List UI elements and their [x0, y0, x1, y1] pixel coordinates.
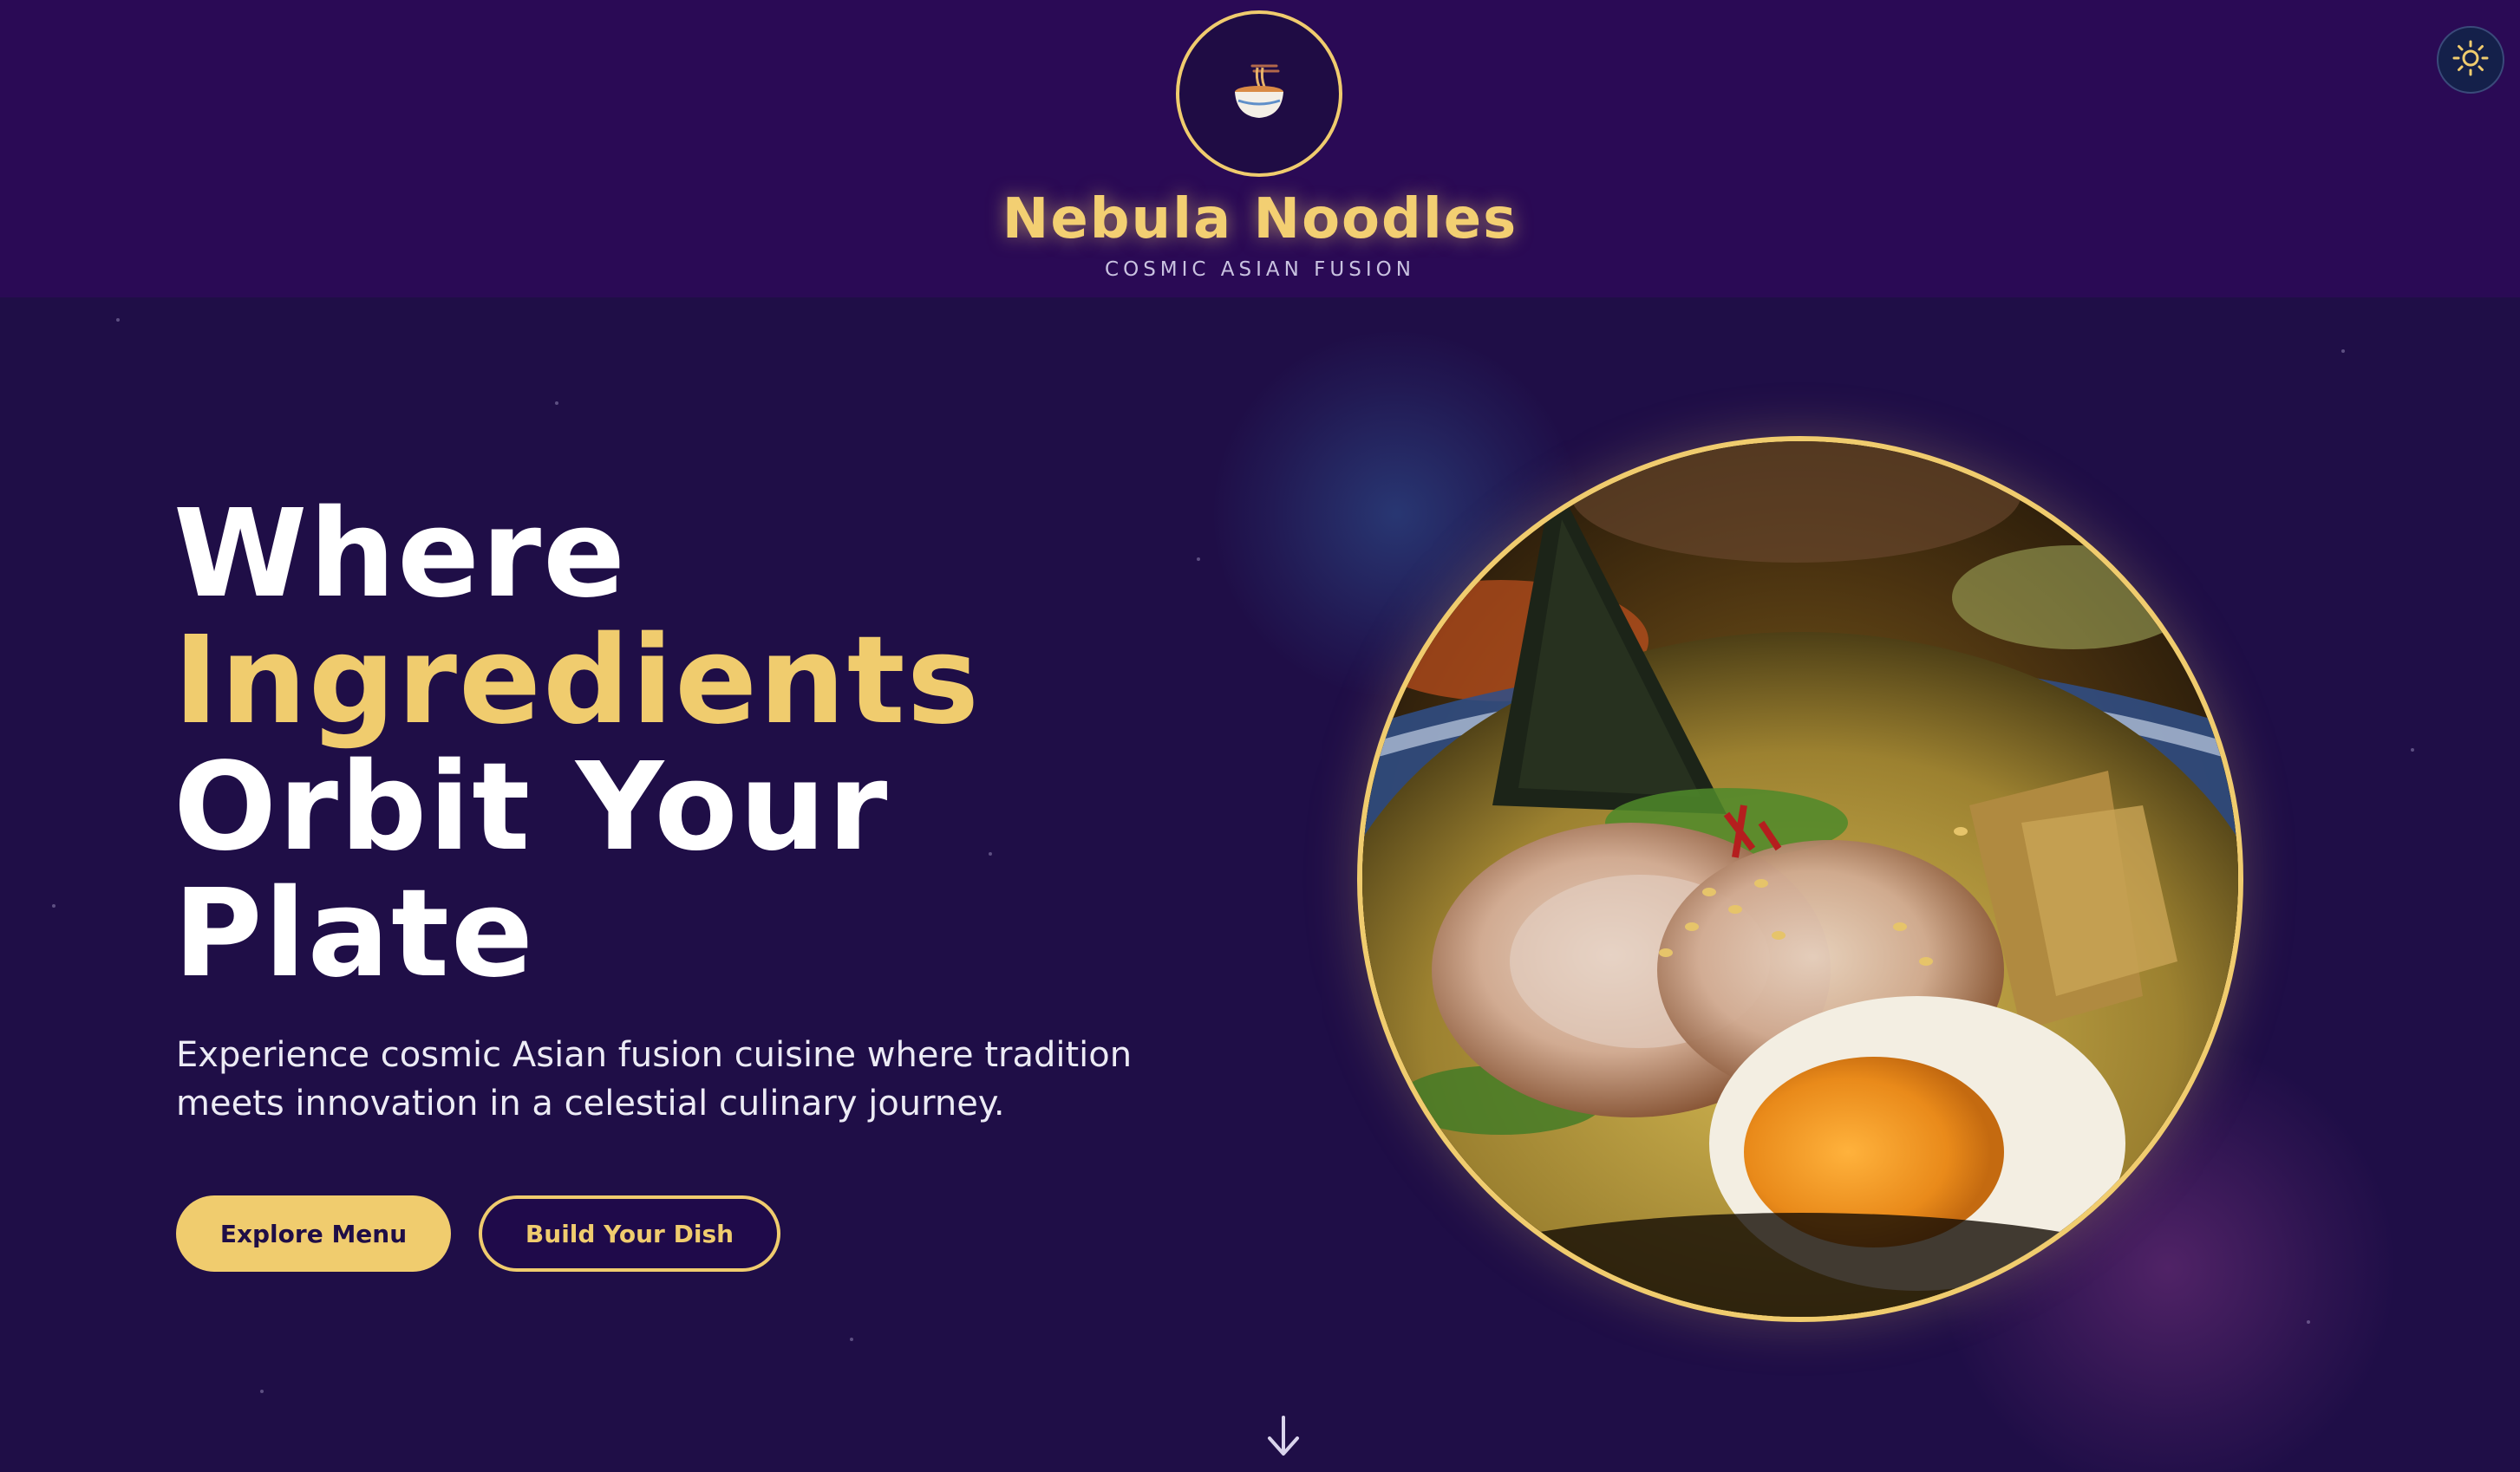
star	[850, 1338, 853, 1341]
theme-toggle-button[interactable]	[2437, 26, 2504, 94]
hero-description: Experience cosmic Asian fusion cuisine w…	[176, 1035, 1133, 1124]
star	[2307, 1320, 2310, 1324]
brand-name[interactable]: Nebula Noodles	[0, 187, 2520, 251]
headline-line-1: Where	[173, 484, 628, 625]
star	[116, 318, 120, 322]
sun-icon	[2451, 39, 2490, 81]
explore-menu-button[interactable]: Explore Menu	[176, 1195, 451, 1272]
site-header: Nebula Noodles COSMIC ASIAN FUSION	[0, 0, 2520, 297]
arrow-down-icon	[1264, 1414, 1302, 1462]
star	[2411, 748, 2414, 752]
logo[interactable]	[1176, 10, 1342, 177]
star	[260, 1390, 264, 1393]
ramen-bowl-image	[1357, 436, 2243, 1322]
star	[2341, 349, 2345, 353]
headline-line-4: Plate	[173, 863, 535, 1005]
headline-line-3: Orbit Your	[173, 737, 890, 878]
hero-section: Where Ingredients Orbit Your Plate Exper…	[0, 297, 2520, 1472]
brand-tagline: COSMIC ASIAN FUSION	[1105, 258, 1415, 281]
star	[52, 904, 55, 908]
headline-line-2: Ingredients	[173, 610, 982, 752]
page: Nebula Noodles COSMIC ASIAN FUSION Where…	[0, 0, 2520, 1472]
build-your-dish-button[interactable]: Build Your Dish	[479, 1195, 780, 1272]
noodle-bowl-icon	[1226, 59, 1292, 128]
hero-headline: Where Ingredients Orbit Your Plate	[173, 492, 1214, 998]
star	[555, 401, 558, 405]
scroll-down-button[interactable]	[1264, 1416, 1302, 1461]
